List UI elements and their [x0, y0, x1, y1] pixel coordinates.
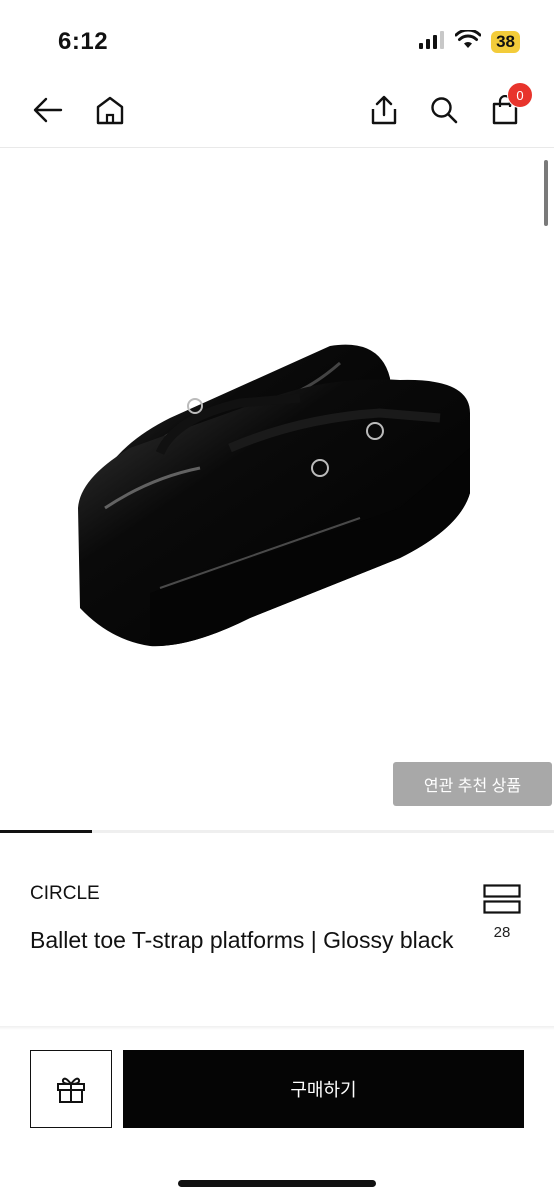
- related-products-button[interactable]: 연관 추천 상품: [393, 762, 552, 806]
- compare-count: 28: [493, 924, 511, 941]
- share-icon: [371, 95, 397, 125]
- status-icons: 38: [419, 28, 520, 54]
- battery-icon: 38: [491, 31, 520, 53]
- search-button[interactable]: [422, 88, 466, 132]
- cart-button[interactable]: 0: [483, 82, 533, 132]
- scrollbar[interactable]: [544, 160, 548, 226]
- back-arrow-icon: [33, 97, 63, 123]
- gift-icon: [57, 1077, 85, 1103]
- back-button[interactable]: [26, 88, 70, 132]
- cart-count-badge: 0: [507, 82, 533, 108]
- buy-button[interactable]: 구매하기: [123, 1050, 524, 1128]
- home-button[interactable]: [88, 88, 132, 132]
- product-title: Ballet toe T-strap platforms | Glossy bl…: [30, 927, 454, 953]
- share-button[interactable]: [362, 88, 406, 132]
- home-icon: [96, 96, 124, 125]
- product-image: [78, 344, 470, 647]
- compare-icon: [483, 884, 521, 914]
- gift-button[interactable]: [30, 1050, 112, 1128]
- wifi-icon: [454, 28, 482, 54]
- home-indicator: [178, 1180, 376, 1187]
- product-image-gallery[interactable]: [0, 148, 554, 833]
- compare-button[interactable]: 28: [478, 884, 526, 941]
- search-icon: [431, 97, 458, 124]
- gallery-progress-fill: [0, 830, 92, 833]
- status-time: 6:12: [58, 28, 109, 55]
- signal-icon: [419, 30, 445, 54]
- brand-name[interactable]: CIRCLE: [30, 883, 100, 905]
- bottom-bar-divider: [0, 1026, 554, 1030]
